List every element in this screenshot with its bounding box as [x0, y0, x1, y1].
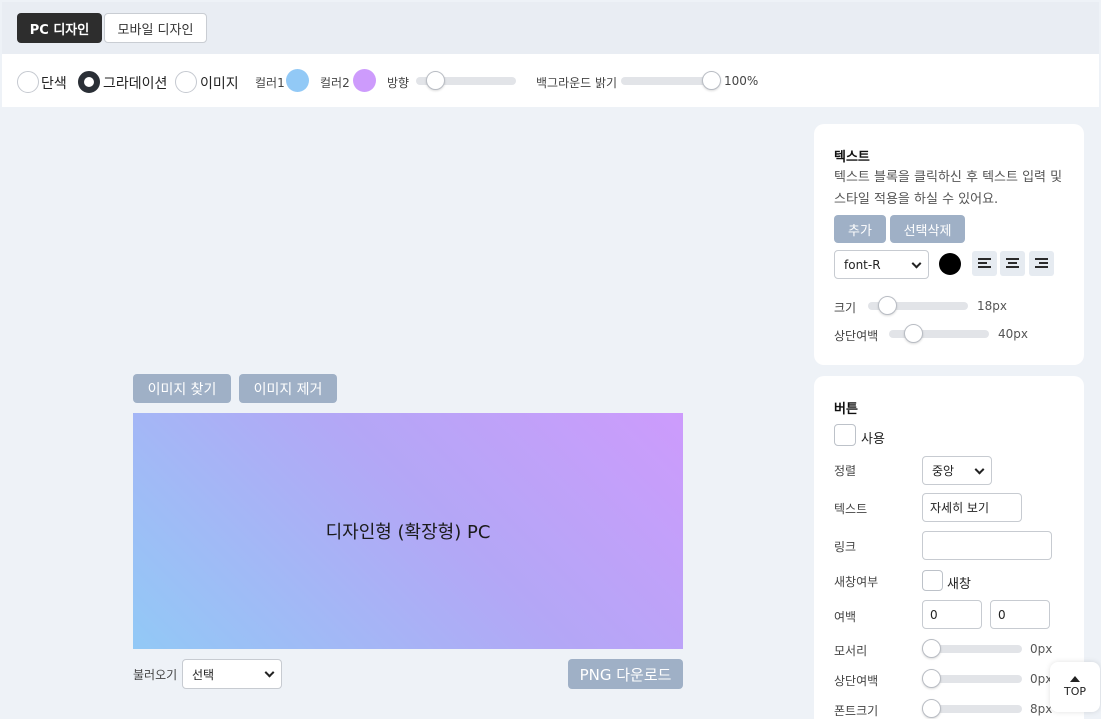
radio-image[interactable] — [175, 71, 197, 93]
load-label: 불러오기 — [133, 668, 178, 682]
use-button-checkbox[interactable] — [834, 424, 856, 446]
button-radius-value: 0px — [1030, 642, 1053, 656]
button-link-label: 링크 — [834, 540, 857, 554]
tab-pc-design[interactable]: PC 디자인 — [17, 13, 102, 43]
brightness-label: 백그라운드 밝기 — [536, 76, 618, 90]
button-panel-title: 버튼 — [834, 402, 858, 417]
color2-label: 컬러2 — [320, 76, 350, 90]
radio-gradient-label: 그라데이션 — [103, 76, 168, 92]
text-top-margin-slider[interactable] — [889, 324, 989, 343]
button-top-margin-value: 0px — [1030, 672, 1053, 686]
load-select-value: 선택 — [192, 667, 215, 682]
text-size-value: 18px — [977, 299, 1007, 313]
scroll-top-label: TOP — [1063, 685, 1086, 698]
text-size-slider[interactable] — [868, 296, 968, 315]
button-top-margin-slider-knob[interactable] — [922, 669, 941, 688]
find-image-button[interactable]: 이미지 찾기 — [133, 374, 231, 403]
png-download-button[interactable]: PNG 다운로드 — [568, 659, 683, 689]
button-top-margin-slider[interactable] — [922, 669, 1022, 688]
button-font-size-value: 8px — [1030, 702, 1053, 716]
button-align-select-value: 중앙 — [932, 464, 955, 478]
text-size-label: 크기 — [834, 301, 857, 315]
button-font-size-slider-knob[interactable] — [922, 699, 941, 718]
button-margin-input-1-value: 0 — [930, 607, 938, 622]
button-link-input[interactable] — [922, 531, 1052, 560]
text-top-margin-label: 상단여백 — [834, 329, 879, 343]
add-text-button[interactable]: 추가 — [834, 215, 886, 243]
chevron-down-icon — [911, 258, 922, 269]
align-left-button[interactable] — [972, 251, 997, 276]
brightness-value: 100% — [724, 74, 759, 88]
text-panel-description: 텍스트 블록을 클릭하신 후 텍스트 입력 및 스타일 적용을 하실 수 있어요… — [834, 170, 1063, 207]
font-select-value: font-R — [844, 257, 881, 272]
button-top-margin-label: 상단여백 — [834, 674, 879, 688]
new-window-option-label: 새창 — [947, 577, 971, 592]
align-right-button[interactable] — [1029, 251, 1054, 276]
button-radius-slider-knob[interactable] — [922, 639, 941, 658]
button-align-select[interactable]: 중앙 — [922, 456, 992, 485]
canvas-text-block[interactable]: 디자인형 (확장형) PC — [326, 518, 491, 544]
button-margin-input-1[interactable]: 0 — [922, 600, 982, 629]
button-margin-label: 여백 — [834, 610, 857, 624]
chevron-down-icon — [264, 667, 275, 678]
button-margin-input-2-value: 0 — [998, 607, 1006, 622]
delete-selected-button[interactable]: 선택삭제 — [890, 215, 965, 243]
font-select[interactable]: font-R — [834, 250, 929, 279]
align-label: 정렬 — [834, 464, 857, 478]
color1-label: 컬러1 — [255, 76, 285, 90]
load-select[interactable]: 선택 — [182, 659, 282, 689]
radio-gradient[interactable] — [78, 71, 100, 93]
text-top-margin-value: 40px — [998, 327, 1028, 341]
button-text-label: 텍스트 — [834, 502, 868, 516]
color2-swatch[interactable] — [353, 69, 376, 92]
background-options-bar: 단색 그라데이션 이미지 컬러1 컬러2 방향 백그라운드 밝기 100% — [2, 54, 1099, 107]
chevron-down-icon — [974, 464, 985, 475]
align-center-button[interactable] — [1000, 251, 1025, 276]
text-size-slider-knob[interactable] — [878, 296, 897, 315]
button-panel: 버튼 사용 정렬 중앙 텍스트 자세히 보기 링크 새창여부 새창 여백 0 0… — [814, 376, 1084, 719]
scroll-top-button[interactable]: TOP — [1050, 662, 1100, 712]
text-top-margin-slider-knob[interactable] — [904, 324, 923, 343]
remove-image-button[interactable]: 이미지 제거 — [239, 374, 337, 403]
button-text-input[interactable]: 자세히 보기 — [922, 493, 1022, 522]
radio-solid-label: 단색 — [41, 76, 67, 92]
direction-slider[interactable] — [416, 71, 516, 90]
new-window-label: 새창여부 — [834, 575, 879, 589]
design-canvas[interactable]: 디자인형 (확장형) PC — [133, 413, 683, 649]
text-panel-title: 텍스트 — [834, 150, 870, 165]
button-radius-label: 모서리 — [834, 644, 868, 658]
button-font-size-label: 폰트크기 — [834, 704, 879, 718]
radio-image-label: 이미지 — [200, 76, 239, 92]
direction-label: 방향 — [387, 76, 410, 90]
text-panel: 텍스트 텍스트 블록을 클릭하신 후 텍스트 입력 및 스타일 적용을 하실 수… — [814, 124, 1084, 365]
tab-mobile-design[interactable]: 모바일 디자인 — [104, 13, 207, 43]
direction-slider-knob[interactable] — [426, 71, 445, 90]
button-radius-slider[interactable] — [922, 639, 1022, 658]
button-text-input-value: 자세히 보기 — [930, 501, 990, 515]
color1-swatch[interactable] — [286, 69, 309, 92]
new-window-checkbox[interactable] — [922, 570, 943, 591]
button-margin-input-2[interactable]: 0 — [990, 600, 1050, 629]
brightness-slider[interactable] — [621, 71, 721, 90]
brightness-slider-knob[interactable] — [702, 71, 721, 90]
radio-solid[interactable] — [17, 71, 39, 93]
text-color-swatch[interactable] — [939, 253, 961, 275]
design-mode-tabs: PC 디자인 모바일 디자인 — [2, 2, 1099, 54]
use-button-label: 사용 — [861, 432, 885, 447]
button-font-size-slider[interactable] — [922, 699, 1022, 718]
arrow-up-icon — [1070, 676, 1080, 682]
